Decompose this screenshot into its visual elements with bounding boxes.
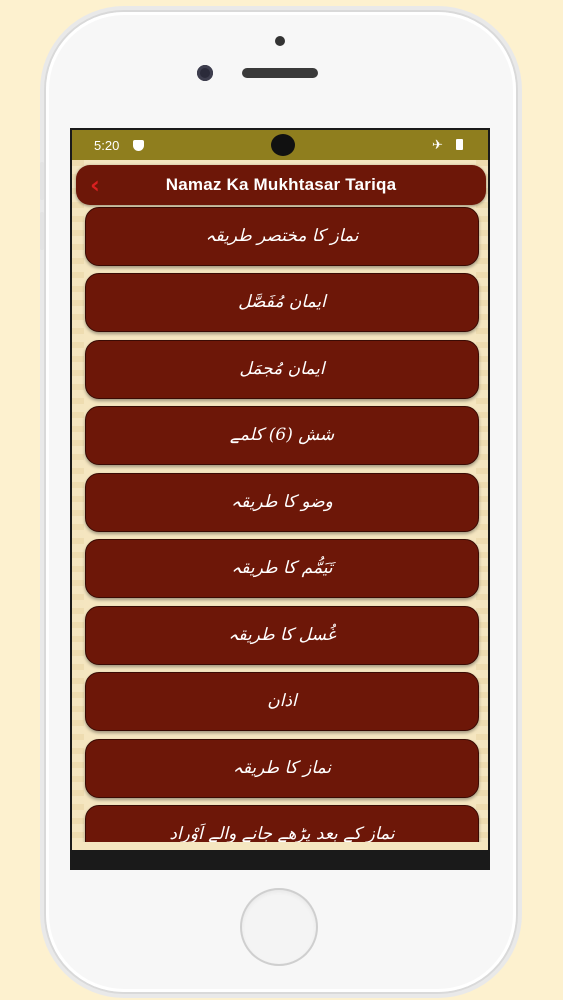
status-bar: 5:20 ✈ bbox=[72, 130, 488, 160]
front-camera-icon bbox=[197, 65, 213, 81]
menu-item-wudu[interactable]: وضو کا طریقہ bbox=[85, 473, 479, 532]
app-content: ‹ Namaz Ka Mukhtasar Tariqa نماز کا مختص… bbox=[72, 160, 488, 842]
menu-item-tayammum[interactable]: تَیَمُّم کا طریقہ bbox=[85, 539, 479, 598]
menu-item-ghusl[interactable]: غُسل کا طریقہ bbox=[85, 606, 479, 665]
menu-item-iman-mufassal[interactable]: ایمان مُفَصَّل bbox=[85, 273, 479, 332]
bottom-edge bbox=[72, 842, 488, 850]
menu-item-azan[interactable]: اذان bbox=[85, 672, 479, 731]
earpiece-speaker bbox=[242, 68, 318, 78]
menu-item-namaz-mukhtasar[interactable]: نماز کا مختصر طریقہ bbox=[85, 207, 479, 266]
menu-item-namaz-tariqa[interactable]: نماز کا طریقہ bbox=[85, 739, 479, 798]
page-title: Namaz Ka Mukhtasar Tariqa bbox=[165, 175, 397, 194]
battery-icon bbox=[456, 139, 463, 150]
airplane-icon: ✈ bbox=[432, 137, 443, 152]
camera-notch bbox=[271, 134, 295, 156]
header-bar: ‹ Namaz Ka Mukhtasar Tariqa bbox=[76, 165, 486, 205]
home-button[interactable] bbox=[242, 890, 316, 964]
menu-item-iman-mujmal[interactable]: ایمان مُجمَل bbox=[85, 340, 479, 399]
volume-button bbox=[40, 162, 44, 200]
proximity-sensor bbox=[275, 36, 285, 46]
status-time: 5:20 bbox=[94, 138, 120, 153]
volume-button bbox=[40, 212, 44, 250]
menu-item-six-kalimas[interactable]: شش (6) کلمے bbox=[85, 406, 479, 465]
background-pattern bbox=[72, 160, 84, 842]
shield-icon bbox=[133, 140, 144, 151]
phone-screen: 5:20 ✈ ‹ Namaz Ka Mukhtasar Tariqa نماز … bbox=[70, 128, 490, 870]
menu-item-awrad[interactable]: نماز کے بعد پڑھے جانے والے اَوْراد bbox=[85, 805, 479, 842]
